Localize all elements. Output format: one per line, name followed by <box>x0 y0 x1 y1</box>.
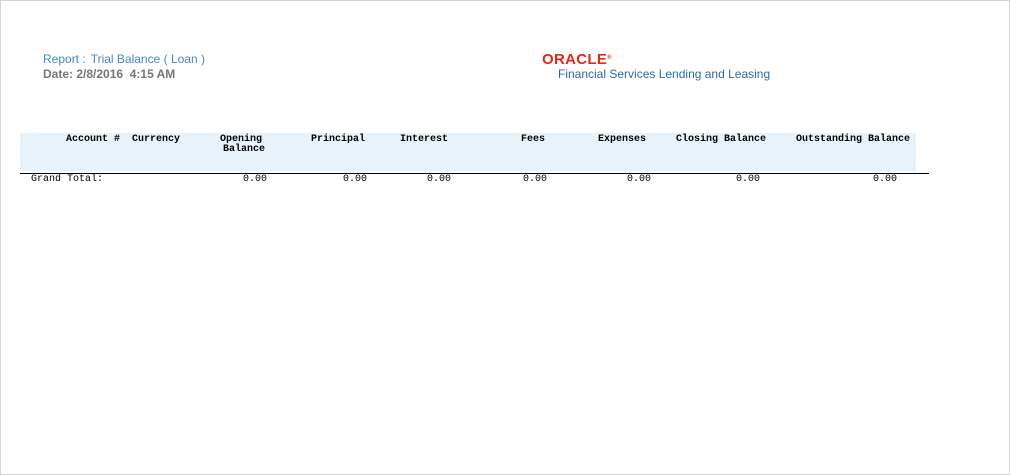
report-date: Date: 2/8/2016 4:15 AM <box>43 67 175 81</box>
col-header-opening-balance: Opening Balance <box>217 135 265 155</box>
col-header-outstanding-balance: Outstanding Balance <box>796 134 911 145</box>
logo-subtitle: Financial Services Lending and Leasing <box>558 67 771 81</box>
col-header-account: Account # <box>66 134 121 145</box>
oracle-wordmark: ORACLE® <box>542 51 612 68</box>
trademark-symbol: ® <box>607 55 612 61</box>
oracle-logo: ORACLE® Financial Services Lending and L… <box>542 52 770 81</box>
report-date-value: 2/8/2016 4:15 AM <box>76 67 176 81</box>
report-date-label: Date: <box>43 67 74 81</box>
table-header: Account # Currency Opening Balance Princ… <box>20 133 916 171</box>
grand-total-closing-balance: 0.00 <box>735 174 760 185</box>
col-header-closing-balance: Closing Balance <box>676 134 767 145</box>
grand-total-opening-balance: 0.00 <box>242 174 267 185</box>
report-title: Report : Trial Balance ( Loan ) <box>43 52 205 66</box>
col-header-currency: Currency <box>132 134 181 145</box>
report-title-label: Report : <box>43 52 86 66</box>
grand-total-interest: 0.00 <box>426 174 451 185</box>
col-header-fees: Fees <box>521 134 546 145</box>
grand-total-fees: 0.00 <box>522 174 547 185</box>
grand-total-expenses: 0.00 <box>626 174 651 185</box>
col-header-expenses: Expenses <box>598 134 647 145</box>
header-divider <box>20 173 929 174</box>
grand-total-principal: 0.00 <box>342 174 367 185</box>
grand-total-outstanding-balance: 0.00 <box>872 174 897 185</box>
col-header-opening-line2: Balance <box>223 144 266 155</box>
col-header-interest: Interest <box>400 134 449 145</box>
col-header-principal: Principal <box>311 134 366 145</box>
grand-total-label: Grand Total: <box>31 174 104 185</box>
report-page: Report : Trial Balance ( Loan ) Date: 2/8… <box>0 0 1010 475</box>
report-title-value: Trial Balance ( Loan ) <box>90 52 205 66</box>
